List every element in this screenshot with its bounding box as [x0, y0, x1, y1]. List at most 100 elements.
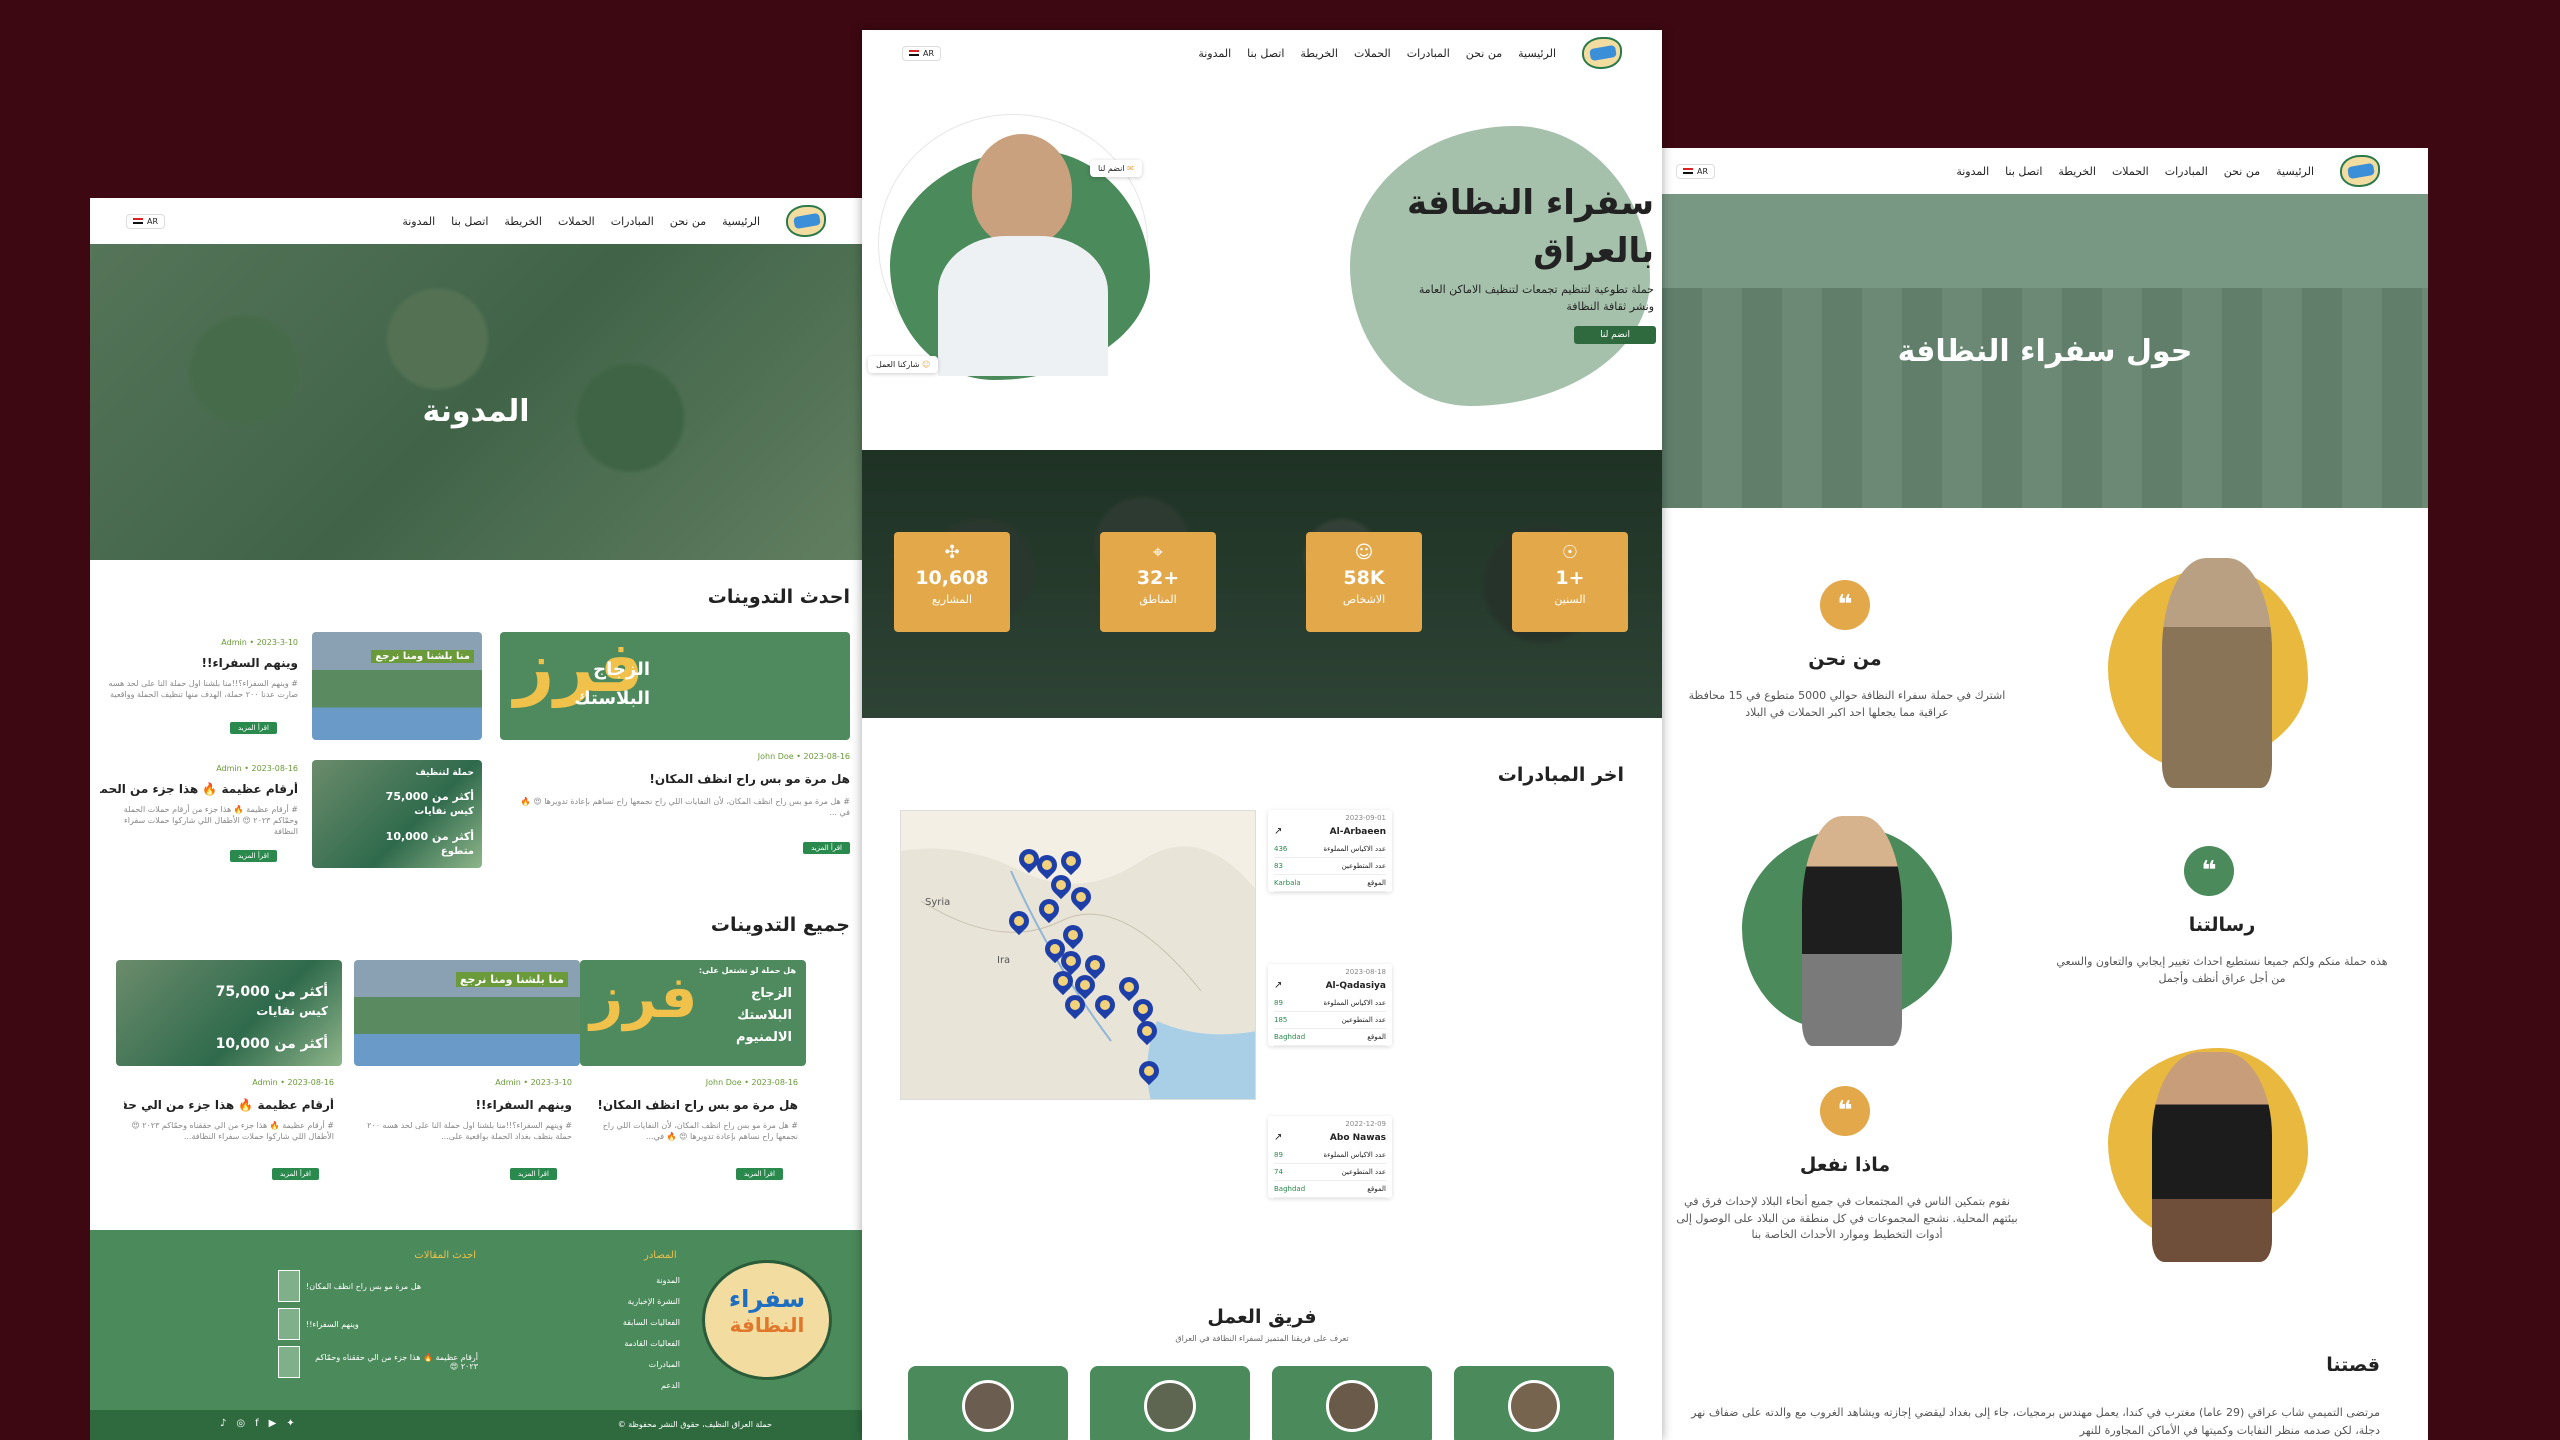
team-card[interactable]: [908, 1366, 1068, 1440]
nav-map[interactable]: الخريطة: [1300, 47, 1338, 60]
initiative-card[interactable]: 2022-12-09 Abo Nawas ↗ عدد الاكياس المملوءة…: [1268, 1116, 1392, 1198]
map-pin[interactable]: [1053, 971, 1073, 997]
team-card[interactable]: [1090, 1366, 1250, 1440]
read-more-button[interactable]: اقرأ المزيد: [272, 1168, 319, 1180]
post-title[interactable]: أرقام عظيمة 🔥 هذا جزء من الحملات...: [100, 782, 298, 796]
post-title[interactable]: هل مرة مو بس راح انظف المكان!: [520, 772, 850, 786]
nav-contact[interactable]: اتصل بنا: [1247, 47, 1284, 60]
footer-source-link[interactable]: المبادرات: [610, 1354, 680, 1375]
post-date: 2023-08-16: [251, 764, 299, 773]
hero-person-body: [938, 236, 1108, 376]
nav-initiatives[interactable]: المبادرات: [1407, 47, 1450, 60]
post-title[interactable]: هل مرة مو بس راح انظف المكان!: [588, 1098, 798, 1112]
nav-home[interactable]: الرئيسية: [722, 215, 760, 228]
post-title[interactable]: وينهم السفراء!!: [100, 656, 299, 670]
map-pin[interactable]: [1009, 911, 1029, 937]
read-more-button[interactable]: اقرأ المزيد: [230, 722, 277, 734]
stat-card: ☉ 1+ السنين: [1512, 532, 1628, 632]
language-switcher[interactable]: AR: [902, 45, 942, 61]
external-link-icon[interactable]: ↗: [1274, 1132, 1282, 1143]
nav-blog[interactable]: المدونة: [1956, 165, 1989, 178]
nav-home[interactable]: الرئيسية: [1518, 47, 1556, 60]
post-thumb[interactable]: فرز هل حملة لو تشتغل على: الزجاج البلاستك ال…: [580, 960, 806, 1066]
team-card[interactable]: [1454, 1366, 1614, 1440]
post-title[interactable]: أرقام عظيمة 🔥 هذا جزء من الي حققناه...: [124, 1098, 334, 1112]
post-author: John Doe: [705, 1078, 742, 1087]
initiative-field-value: Baghdad: [1274, 1185, 1306, 1193]
read-more-button[interactable]: اقرأ المزيد: [803, 842, 850, 854]
who-title: من نحن: [1808, 648, 1882, 670]
nav-initiatives[interactable]: المبادرات: [2165, 165, 2208, 178]
initiative-card[interactable]: 2023-08-18 Al-Qadasiya ↗ عدد الاكياس المملو…: [1268, 964, 1392, 1046]
map-pin[interactable]: [1139, 1061, 1159, 1087]
thumb-caption: كيس نفايات: [414, 806, 474, 817]
nav-home[interactable]: الرئيسية: [2276, 165, 2314, 178]
nav-map[interactable]: الخريطة: [2058, 165, 2096, 178]
external-link-icon[interactable]: ↗: [1274, 826, 1282, 837]
work-badge[interactable]: ☺ شاركنا العمل: [868, 356, 939, 373]
team-avatar: [962, 1380, 1014, 1432]
story-text: مرتضى التميمي شاب عراقي (29 عاما) مغترب …: [1691, 1406, 2380, 1437]
nav-map[interactable]: الخريطة: [504, 215, 542, 228]
language-switcher[interactable]: AR: [126, 213, 166, 229]
join-badge[interactable]: ✉ انضم لنا: [1090, 160, 1142, 177]
map-pin[interactable]: [1095, 995, 1115, 1021]
nav-contact[interactable]: اتصل بنا: [2005, 165, 2042, 178]
map-pin[interactable]: [1065, 995, 1085, 1021]
twitter-icon[interactable]: ✦: [286, 1418, 294, 1429]
footer-recent-item[interactable]: هل مرة مو بس راح انظف المكان!: [278, 1270, 478, 1302]
team-card[interactable]: [1272, 1366, 1432, 1440]
site-logo[interactable]: [2340, 155, 2380, 187]
nav-initiatives[interactable]: المبادرات: [611, 215, 654, 228]
latest-posts-title: احدث التدوينات: [707, 586, 850, 608]
read-more-button[interactable]: اقرأ المزيد: [230, 850, 277, 862]
nav-blog[interactable]: المدونة: [1198, 47, 1231, 60]
nav-campaigns[interactable]: الحملات: [1354, 47, 1391, 60]
nav-about[interactable]: من نحن: [1466, 47, 1502, 60]
map-pin[interactable]: [1051, 875, 1071, 901]
site-logo[interactable]: [1582, 37, 1622, 69]
map-pin[interactable]: [1061, 851, 1081, 877]
tiktok-icon[interactable]: ♪: [220, 1418, 226, 1429]
nav-about[interactable]: من نحن: [670, 215, 706, 228]
map-pin[interactable]: [1137, 1021, 1157, 1047]
home-page-screenshot: الرئيسية من نحن المبادرات الحملات الخريط…: [862, 30, 1662, 1440]
instagram-icon[interactable]: ◎: [236, 1418, 245, 1429]
language-switcher[interactable]: AR: [1676, 163, 1716, 179]
map-pin[interactable]: [1039, 899, 1059, 925]
footer-source-link[interactable]: النشرة الإخبارية: [610, 1291, 680, 1312]
nav-blog[interactable]: المدونة: [402, 215, 435, 228]
post-title[interactable]: وينهم السفراء!!: [362, 1098, 573, 1112]
post-thumb[interactable]: أكثر من 75,000 كيس نفايات أكثر من 10,000: [116, 960, 342, 1066]
initiatives-map[interactable]: Syria Ira: [900, 810, 1256, 1100]
nav-campaigns[interactable]: الحملات: [2112, 165, 2149, 178]
join-button[interactable]: انضم لنا: [1574, 326, 1656, 344]
initiative-card[interactable]: 2023-09-01 Al-Arbaeen ↗ عدد الاكياس المملوء…: [1268, 810, 1392, 892]
stat-icon: ☉: [1561, 542, 1579, 563]
nav-contact[interactable]: اتصل بنا: [451, 215, 488, 228]
footer-logo[interactable]: سفراء النظافة: [702, 1260, 832, 1380]
site-logo[interactable]: [786, 205, 826, 237]
post-thumb[interactable]: حملة لتنظيف أكثر من 75,000 كيس نفايات أك…: [312, 760, 482, 868]
all-posts-title: جميع التدوينات: [710, 914, 850, 936]
post-thumb[interactable]: منا بلشنا ومنا نرجع: [312, 632, 482, 740]
footer-source-link[interactable]: الدعم: [610, 1375, 680, 1396]
read-more-button[interactable]: اقرأ المزيد: [736, 1168, 783, 1180]
facebook-icon[interactable]: f: [255, 1418, 259, 1429]
read-more-button[interactable]: اقرأ المزيد: [510, 1168, 557, 1180]
nav-campaigns[interactable]: الحملات: [558, 215, 595, 228]
map-pin[interactable]: [1063, 925, 1083, 951]
footer-recent-item[interactable]: وينهم السفراء!!: [278, 1308, 478, 1340]
footer-source-link[interactable]: المدونة: [610, 1270, 680, 1291]
featured-post-image[interactable]: فرز الزجاج البلاستك: [500, 632, 850, 740]
map-pin[interactable]: [1071, 887, 1091, 913]
youtube-icon[interactable]: ▶: [269, 1418, 277, 1429]
initiative-row: عدد المتطوعين 185: [1274, 1012, 1386, 1029]
nav-about[interactable]: من نحن: [2224, 165, 2260, 178]
footer-recent-item[interactable]: أرقام عظيمة 🔥 هذا جزء من الي حققناه وحمّ…: [278, 1346, 478, 1378]
footer-source-link[interactable]: الفعاليات القادمة: [610, 1333, 680, 1354]
post-thumb[interactable]: منا بلشنا ومنا نرجع: [354, 960, 580, 1066]
footer-source-link[interactable]: الفعاليات السابقة: [610, 1312, 680, 1333]
external-link-icon[interactable]: ↗: [1274, 980, 1282, 991]
flag-icon: [133, 218, 143, 224]
